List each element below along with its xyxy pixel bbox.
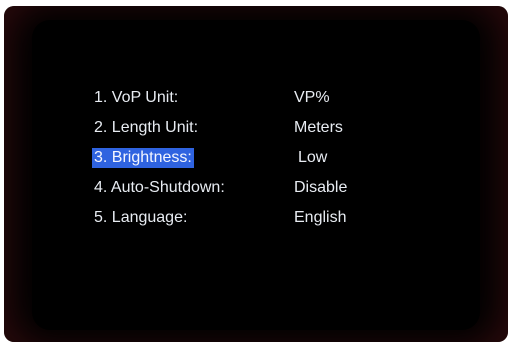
device-frame: 1. VoP Unit: VP% 2. Length Unit: Meters … xyxy=(0,0,512,344)
menu-item-label: 4. Auto-Shutdown: xyxy=(94,179,225,196)
menu-item-label: 2. Length Unit: xyxy=(94,119,199,136)
menu-item-value: Low xyxy=(298,149,328,166)
menu-item-label: 5. Language: xyxy=(94,209,188,226)
menu-item-value: VP% xyxy=(294,89,330,106)
menu-item-label: 1. VoP Unit: xyxy=(94,89,179,106)
menu-item-length-unit[interactable]: 2. Length Unit: Meters xyxy=(92,114,392,144)
menu-item-value: Disable xyxy=(294,179,348,196)
menu-item-value: Meters xyxy=(294,119,343,136)
menu-item-brightness[interactable]: 3. Brightness: Low xyxy=(92,144,392,174)
menu-item-label-highlighted: 3. Brightness: xyxy=(92,148,194,168)
settings-menu: 1. VoP Unit: VP% 2. Length Unit: Meters … xyxy=(92,84,392,234)
menu-item-language[interactable]: 5. Language: English xyxy=(92,204,392,234)
menu-item-value: English xyxy=(294,209,347,226)
menu-item-auto-shutdown[interactable]: 4. Auto-Shutdown: Disable xyxy=(92,174,392,204)
menu-item-vop-unit[interactable]: 1. VoP Unit: VP% xyxy=(92,84,392,114)
